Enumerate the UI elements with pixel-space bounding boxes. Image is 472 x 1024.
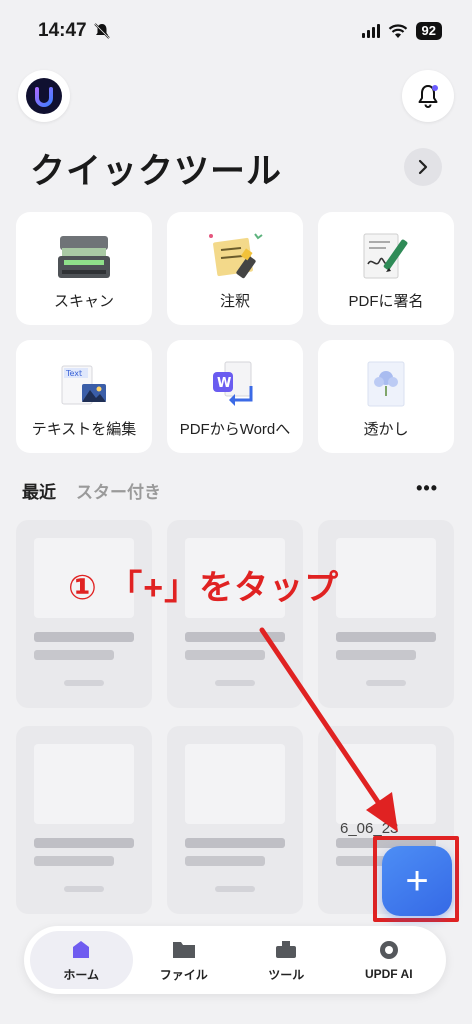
file-meta-blurred — [215, 886, 255, 892]
status-bar: 14:47 92 — [0, 0, 472, 62]
battery-indicator: 92 — [415, 22, 442, 40]
nav-label: ツール — [268, 967, 305, 982]
quick-tools-more-button[interactable] — [404, 148, 442, 186]
tool-edit-text[interactable]: Text テキストを編集 — [16, 340, 152, 453]
file-card[interactable] — [318, 520, 454, 708]
bell-muted-icon — [93, 23, 110, 39]
ai-icon — [379, 941, 398, 959]
toolbox-icon — [276, 940, 297, 958]
plus-icon: + — [405, 859, 429, 903]
tab-starred[interactable]: スター付き — [76, 478, 161, 503]
app-logo-button[interactable] — [18, 70, 70, 122]
clock-text: 14:47 — [38, 20, 87, 41]
nav-tools[interactable]: ツール — [235, 931, 338, 989]
file-name-blurred — [34, 650, 114, 660]
tab-recent[interactable]: 最近 — [22, 478, 56, 503]
file-thumbnail — [34, 744, 134, 824]
nav-files[interactable]: ファイル — [133, 931, 236, 989]
svg-text:Text: Text — [65, 369, 82, 378]
file-name-blurred — [34, 838, 134, 848]
file-card[interactable] — [16, 520, 152, 708]
file-meta-blurred — [64, 886, 104, 892]
page-title: クイックツール — [30, 152, 283, 191]
nav-home[interactable]: ホーム — [30, 931, 133, 989]
file-card[interactable] — [167, 520, 303, 708]
file-card[interactable] — [16, 726, 152, 914]
status-time: 14:47 — [38, 20, 111, 42]
nav-label: ファイル — [159, 967, 208, 982]
nav-updf-ai[interactable]: UPDF AI — [338, 931, 441, 989]
tool-label: PDFに署名 — [348, 293, 424, 310]
updf-logo-icon — [26, 78, 62, 114]
more-options-icon[interactable]: ••• — [416, 478, 438, 499]
tool-label: 透かし — [363, 421, 409, 438]
tool-scan[interactable]: スキャン — [16, 212, 152, 325]
nav-label: ホーム — [63, 967, 100, 982]
file-meta-blurred — [366, 680, 406, 686]
notifications-button[interactable] — [402, 70, 454, 122]
tool-annotate[interactable]: 注釈 — [167, 212, 303, 325]
file-meta-blurred — [64, 680, 104, 686]
signal-icon — [361, 24, 380, 38]
file-thumbnail — [336, 538, 436, 618]
add-file-button[interactable]: + — [382, 846, 452, 916]
file-thumbnail — [185, 744, 285, 824]
sticky-note-icon — [203, 228, 267, 289]
file-name-blurred — [185, 650, 265, 660]
signature-pen-icon — [356, 228, 416, 289]
file-name-blurred — [185, 838, 285, 848]
file-name-blurred — [34, 632, 134, 642]
status-indicators: 92 — [361, 22, 442, 40]
file-name-blurred — [336, 650, 416, 660]
tool-watermark[interactable]: 透かし — [318, 340, 454, 453]
tool-pdf-to-word[interactable]: W PDFからWordへ — [167, 340, 303, 453]
file-name-blurred — [185, 856, 265, 866]
file-name-blurred — [185, 632, 285, 642]
edit-text-icon: Text — [54, 356, 114, 417]
tool-label: PDFからWordへ — [179, 421, 291, 438]
pdf-to-word-icon: W — [205, 356, 265, 417]
file-name-blurred — [336, 632, 436, 642]
instruction-annotation: ① 「+」をタップ — [68, 569, 340, 607]
wifi-icon — [388, 23, 407, 38]
tool-label: 注釈 — [219, 293, 250, 310]
recent-tabs: 最近 スター付き — [22, 478, 161, 503]
tool-label: テキストを編集 — [31, 421, 137, 438]
tool-label: スキャン — [53, 293, 114, 310]
folder-icon — [172, 941, 195, 958]
file-date-fragment: 6_06_23 — [340, 820, 399, 837]
nav-label: UPDF AI — [364, 967, 413, 981]
file-meta-blurred — [215, 680, 255, 686]
file-thumbnail — [336, 744, 436, 824]
bottom-navigation: ホーム ファイル ツール UPDF AI — [24, 926, 446, 994]
bell-icon — [418, 85, 438, 108]
watermark-icon — [356, 356, 416, 417]
file-card[interactable] — [167, 726, 303, 914]
svg-text:W: W — [217, 376, 231, 391]
tool-sign-pdf[interactable]: PDFに署名 — [318, 212, 454, 325]
scanner-icon — [54, 228, 114, 289]
home-icon — [73, 940, 90, 958]
chevron-right-icon — [418, 159, 428, 175]
file-name-blurred — [34, 856, 114, 866]
